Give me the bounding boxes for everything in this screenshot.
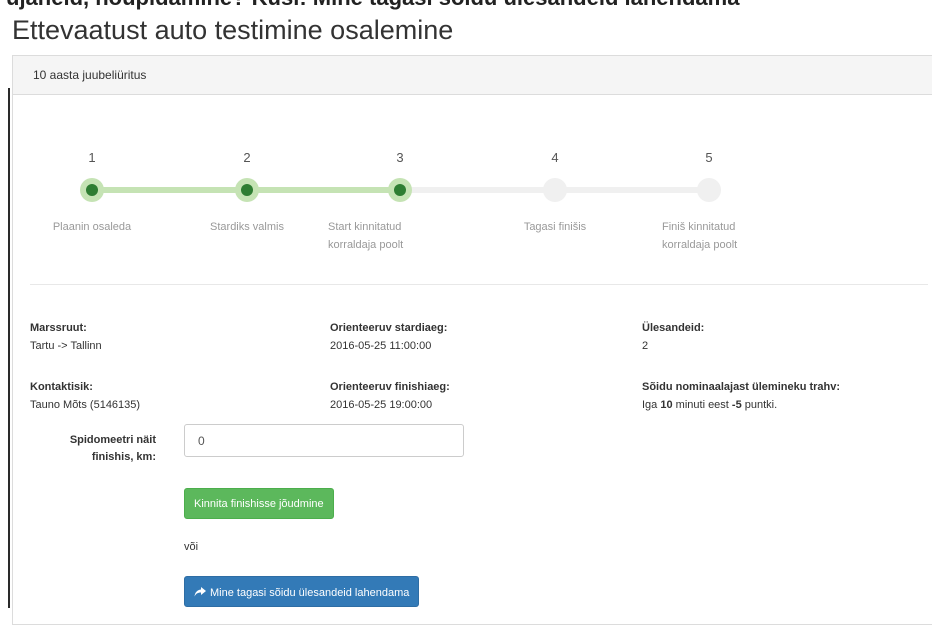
start-time-value: 2016-05-25 11:00:00 [330,340,432,352]
track-segment-2-3 [247,187,400,193]
tasks-value: 2 [642,340,649,352]
step-label: Stardiks valmis [210,221,284,233]
odometer-input[interactable] [184,424,464,457]
step-indicator-done [80,178,104,202]
back-button-label: Mine tagasi sõidu ülesandeid lahendama [210,587,410,599]
or-text: või [184,541,199,553]
route-value: Tartu -> Tallinn [30,340,102,352]
step-number: 3 [396,150,404,165]
step-number: 2 [243,150,251,165]
step-number: 5 [705,150,713,165]
confirm-finish-button[interactable]: Kinnita finishisse jõudmine [184,488,334,519]
penalty-points: -5 [731,399,742,411]
penalty-value: Iga 10 minuti eest -5 puntki. [642,399,777,411]
progress-stepper: 1 Plaanin osaleda 2 Stardiks valmis 3 St… [0,0,932,300]
step-label: Start kinnitatud korraldaja poolt [328,221,404,251]
penalty-mid: minuti eest [672,399,732,411]
step-number: 4 [551,150,559,165]
contact-value: Tauno Mõts (5146135) [30,399,141,411]
penalty-label: Sõidu nominaalajast ülemineku trahv: [642,381,841,393]
back-to-tasks-button[interactable]: Mine tagasi sõidu ülesandeid lahendama [184,576,420,608]
route-label: Marssruut: [30,322,87,334]
odometer-label: Spidomeetri näit finishis, km: [69,434,156,463]
section-divider [30,284,928,285]
penalty-suffix: puntki. [741,399,778,411]
finish-time-label: Orienteeruv finishiaeg: [330,381,450,393]
step-number: 1 [88,150,96,165]
penalty-minutes: 10 [660,399,673,411]
step-indicator-pending [543,178,567,202]
track-segment-1-2 [92,187,247,193]
step-label: Tagasi finišis [523,221,587,233]
step-indicator-done [388,178,412,202]
step-label: Plaanin osaleda [52,221,132,233]
contact-label: Kontaktisik: [30,381,93,393]
tasks-label: Ülesandeid: [642,322,705,334]
penalty-prefix: Iga [642,399,661,411]
track-segment-3-4 [400,187,555,193]
step-indicator-pending [697,178,721,202]
step-indicator-done [235,178,259,202]
share-icon [194,577,206,608]
start-time-label: Orienteeruv stardiaeg: [330,322,448,334]
track-segment-4-5 [555,187,709,193]
finish-time-value: 2016-05-25 19:00:00 [330,399,433,411]
step-label: Finiš kinnitatud korraldaja poolt [662,221,738,251]
